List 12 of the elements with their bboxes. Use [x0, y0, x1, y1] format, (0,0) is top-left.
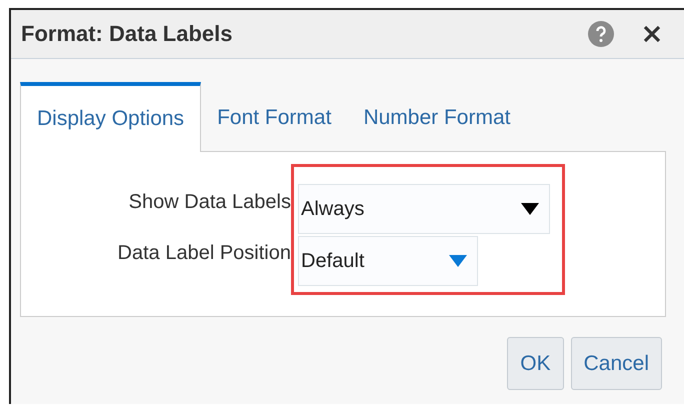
window-title: Format: Data Labels — [21, 21, 234, 47]
tab[interactable]: Number Format — [347, 85, 526, 151]
tab[interactable]: Font Format — [201, 85, 348, 151]
dialog-button[interactable]: Cancel — [570, 337, 662, 390]
dropdown[interactable]: Default — [298, 236, 478, 286]
tab[interactable]: Display Options — [20, 82, 202, 152]
help-icon[interactable] — [588, 21, 614, 47]
dropdown[interactable]: Always — [298, 184, 550, 234]
dialog-button[interactable]: OK — [507, 337, 564, 390]
close-icon[interactable] — [642, 24, 662, 44]
field-label: Show Data Labels — [128, 190, 291, 215]
field-label: Data Label Position — [118, 241, 291, 266]
